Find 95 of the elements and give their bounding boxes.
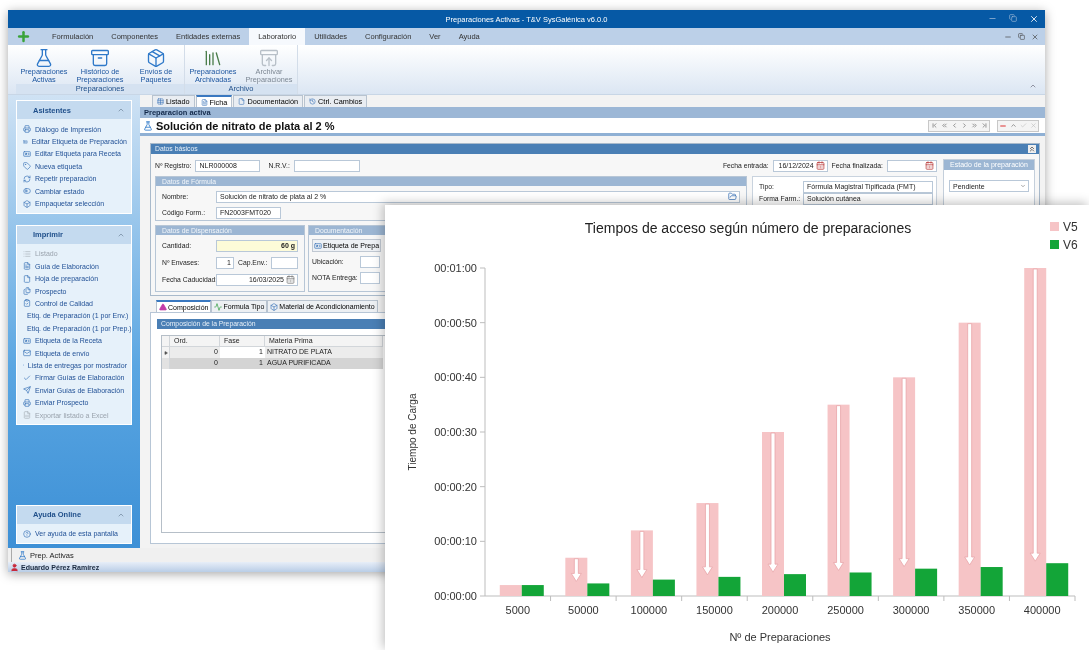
- input-field[interactable]: [360, 255, 380, 268]
- document-icon: [23, 274, 31, 283]
- collapse-icon[interactable]: [1028, 145, 1036, 153]
- caret-icon: [1020, 183, 1026, 189]
- clipboard-icon: [23, 299, 31, 308]
- calendar-icon: [925, 161, 934, 170]
- axis-label: 00:00:20: [434, 480, 477, 493]
- checkmark-icon: [23, 373, 31, 382]
- axis-label: 50000: [568, 604, 599, 616]
- up-icon: [1009, 122, 1017, 129]
- row-pointer-icon: [163, 350, 168, 355]
- printer-icon: [23, 398, 31, 407]
- archive-icon: [259, 48, 279, 68]
- plus-icon[interactable]: [16, 29, 31, 44]
- archive-box-icon: [90, 48, 110, 68]
- record-title: Solución de nitrato de plata al 2 %: [156, 119, 336, 132]
- last-button[interactable]: [979, 120, 989, 131]
- document-icon: [200, 98, 208, 106]
- row-indicator[interactable]: [162, 347, 170, 358]
- input-field[interactable]: [360, 271, 380, 284]
- toggle-icon: [23, 187, 31, 196]
- last-icon: [980, 122, 988, 129]
- right-icon: [960, 122, 968, 129]
- axis-label: 250000: [827, 604, 864, 616]
- axis-label: 200000: [761, 604, 799, 616]
- flask-icon: [18, 550, 27, 560]
- envelope-icon: [23, 349, 31, 358]
- refresh-icon: [23, 174, 31, 183]
- restore-icon[interactable]: [1009, 14, 1017, 22]
- clock-icon: [309, 98, 317, 105]
- flask-icon: [34, 48, 54, 68]
- accept-button[interactable]: [1018, 120, 1028, 131]
- axis-label: 350000: [958, 604, 996, 616]
- double-left-icon: [940, 122, 948, 129]
- legend-label: V6: [1063, 238, 1078, 252]
- document-icon: [23, 262, 31, 271]
- table-icon: [157, 98, 164, 105]
- next-page-button[interactable]: [969, 120, 979, 131]
- user-icon: [10, 562, 19, 572]
- document-icon: [238, 98, 246, 105]
- folder-icon: [728, 192, 737, 201]
- help-icon: [23, 529, 31, 538]
- axis-label: 400000: [1023, 604, 1061, 616]
- axis-label: 00:00:40: [434, 371, 477, 384]
- printer-icon: [23, 125, 31, 134]
- chart-bar: [521, 585, 544, 596]
- axis-label: 100000: [630, 604, 668, 616]
- close-icon[interactable]: [1031, 32, 1039, 41]
- axis-label: 300000: [892, 604, 930, 616]
- documents-icon: [23, 287, 31, 296]
- first-icon: [930, 122, 938, 129]
- card-icon: [23, 149, 31, 158]
- close-icon[interactable]: [1029, 14, 1039, 24]
- box-icon: [23, 199, 31, 208]
- restore-icon[interactable]: [1018, 33, 1025, 40]
- axis-label: 00:00:50: [434, 316, 477, 329]
- collapse-icon[interactable]: [1029, 82, 1037, 90]
- double-right-icon: [970, 122, 978, 129]
- calendar-icon: [815, 161, 825, 170]
- legend-label: V5: [1063, 220, 1078, 234]
- axis-label: 00:00:10: [434, 535, 477, 548]
- axis-title: Nº de Preparaciones: [729, 631, 831, 643]
- cancel-button[interactable]: [1028, 120, 1038, 131]
- wave-icon: [214, 302, 223, 311]
- axis-label: 150000: [696, 604, 733, 616]
- close-icon: [1029, 122, 1037, 129]
- flask-icon: [143, 120, 153, 131]
- date-field[interactable]: [887, 159, 937, 172]
- card-icon: [23, 137, 28, 146]
- package-icon: [146, 48, 166, 68]
- card-icon: [23, 336, 31, 345]
- triangle-icon: [159, 303, 167, 311]
- input-field[interactable]: [293, 159, 360, 172]
- down-arrow: [636, 531, 648, 578]
- tag-icon: [23, 162, 31, 171]
- binders-icon: [203, 48, 223, 68]
- calendar-icon: [286, 275, 295, 284]
- left-icon: [950, 122, 958, 129]
- send-icon: [23, 386, 31, 395]
- chart-bar: [499, 585, 522, 596]
- list-icon: [23, 249, 31, 258]
- previous-page-button[interactable]: [939, 120, 949, 131]
- axis-title: Tiempo de Carga: [407, 393, 418, 471]
- axis-label: 00:00:00: [434, 590, 477, 602]
- first-button[interactable]: [929, 120, 939, 131]
- axis-label: 00:00:30: [434, 426, 477, 438]
- input-field[interactable]: [271, 256, 298, 269]
- axis-label: 00:01:00: [434, 262, 477, 274]
- card-icon: [314, 241, 322, 250]
- down-arrow: [570, 558, 582, 582]
- axis-label: 5000: [505, 604, 530, 616]
- box-icon: [270, 302, 279, 311]
- collapse-icon[interactable]: [117, 106, 125, 114]
- checkmark-icon: [1019, 122, 1027, 129]
- spreadsheet-icon: [23, 411, 31, 419]
